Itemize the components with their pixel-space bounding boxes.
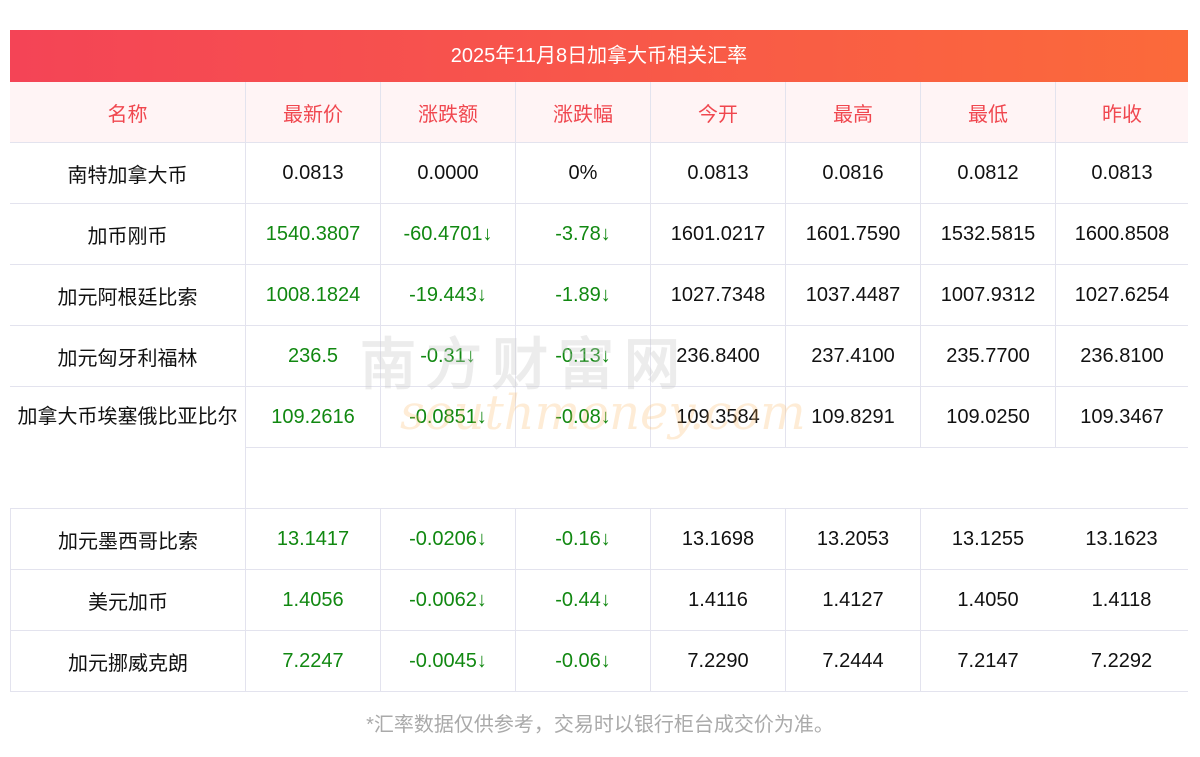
cell-open: 1027.7348 <box>650 265 785 326</box>
cell-high: 1.4127 <box>785 570 920 631</box>
cell-prev-close: 7.2292 <box>1055 631 1188 692</box>
cell-prev-close: 1.4118 <box>1055 570 1188 631</box>
cell-low: 1.4050 <box>920 570 1055 631</box>
cell-name: 加元匈牙利福林 <box>10 326 245 387</box>
header-high: 最高 <box>785 82 920 143</box>
cell-name: 加元挪威克朗 <box>10 631 245 692</box>
cell-change: -0.0045↓ <box>380 631 515 692</box>
cell-name: 加元阿根廷比索 <box>10 265 245 326</box>
cell-high: 1601.7590 <box>785 204 920 265</box>
cell-open: 236.8400 <box>650 326 785 387</box>
cell-change: 0.0000 <box>380 143 515 204</box>
cell-prev-close: 13.1623 <box>1055 509 1188 570</box>
footnote: *汇率数据仅供参考，交易时以银行柜台成交价为准。 <box>366 714 834 736</box>
empty-wrap-row <box>245 448 1188 509</box>
cell-prev-close: 236.8100 <box>1055 326 1188 387</box>
cell-change: -60.4701↓ <box>380 204 515 265</box>
cell-low: 13.1255 <box>920 509 1055 570</box>
cell-change: -0.31↓ <box>380 326 515 387</box>
cell-name: 美元加币 <box>10 570 245 631</box>
cell-latest: 1.4056 <box>245 570 380 631</box>
header-low: 最低 <box>920 82 1055 143</box>
cell-change-pct: -3.78↓ <box>515 204 650 265</box>
cell-prev-close: 109.3467 <box>1055 387 1188 448</box>
cell-latest: 1008.1824 <box>245 265 380 326</box>
cell-low: 1007.9312 <box>920 265 1055 326</box>
cell-change-pct: -0.16↓ <box>515 509 650 570</box>
cell-high: 13.2053 <box>785 509 920 570</box>
cell-high: 1037.4487 <box>785 265 920 326</box>
header-change: 涨跌额 <box>380 82 515 143</box>
cell-open: 7.2290 <box>650 631 785 692</box>
cell-open: 0.0813 <box>650 143 785 204</box>
cell-latest: 236.5 <box>245 326 380 387</box>
cell-change-pct: -0.13↓ <box>515 326 650 387</box>
cell-low: 109.0250 <box>920 387 1055 448</box>
table-title: 2025年11月8日加拿大币相关汇率 <box>10 30 1188 82</box>
cell-change-pct: -0.44↓ <box>515 570 650 631</box>
cell-name: 南特加拿大币 <box>10 143 245 204</box>
cell-change: -0.0206↓ <box>380 509 515 570</box>
cell-open: 13.1698 <box>650 509 785 570</box>
cell-low: 1532.5815 <box>920 204 1055 265</box>
cell-change-pct: -0.06↓ <box>515 631 650 692</box>
cell-latest: 1540.3807 <box>245 204 380 265</box>
cell-change: -19.443↓ <box>380 265 515 326</box>
cell-name: 加元墨西哥比索 <box>10 509 245 570</box>
cell-high: 0.0816 <box>785 143 920 204</box>
cell-latest: 0.0813 <box>245 143 380 204</box>
cell-change-pct: 0% <box>515 143 650 204</box>
cell-open: 1601.0217 <box>650 204 785 265</box>
header-prev-close: 昨收 <box>1055 82 1188 143</box>
cell-low: 0.0812 <box>920 143 1055 204</box>
cell-latest: 13.1417 <box>245 509 380 570</box>
cell-name: 加币刚币 <box>10 204 245 265</box>
cell-prev-close: 1027.6254 <box>1055 265 1188 326</box>
header-name: 名称 <box>10 82 245 143</box>
cell-latest: 109.2616 <box>245 387 380 448</box>
cell-low: 235.7700 <box>920 326 1055 387</box>
cell-latest: 7.2247 <box>245 631 380 692</box>
cell-high: 7.2444 <box>785 631 920 692</box>
cell-name: 加拿大币埃塞俄比亚比尔 <box>10 387 245 509</box>
cell-open: 1.4116 <box>650 570 785 631</box>
cell-change: -0.0062↓ <box>380 570 515 631</box>
cell-low: 7.2147 <box>920 631 1055 692</box>
header-open: 今开 <box>650 82 785 143</box>
cell-change-pct: -1.89↓ <box>515 265 650 326</box>
cell-prev-close: 0.0813 <box>1055 143 1188 204</box>
cell-prev-close: 1600.8508 <box>1055 204 1188 265</box>
cell-high: 237.4100 <box>785 326 920 387</box>
watermark-url: southmoney.com <box>400 385 806 441</box>
header-latest: 最新价 <box>245 82 380 143</box>
header-change-pct: 涨跌幅 <box>515 82 650 143</box>
